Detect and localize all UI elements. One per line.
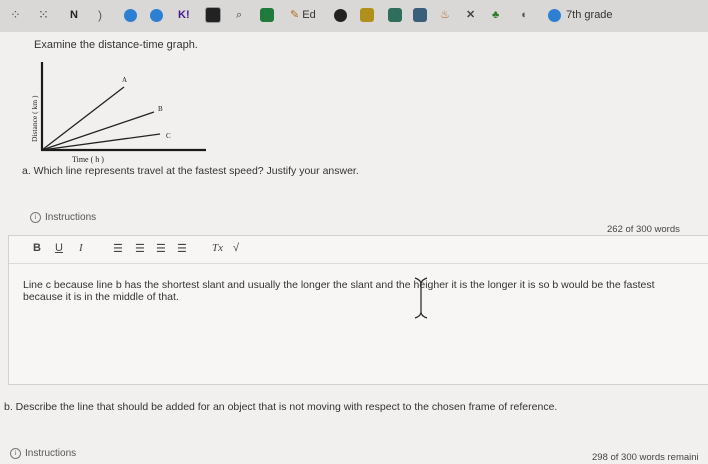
ed-icon: ✎ bbox=[290, 9, 300, 21]
line-a-label: A bbox=[122, 76, 127, 84]
search-icon: ⌕ bbox=[236, 9, 243, 21]
bookmark-17[interactable]: ✕ bbox=[466, 7, 475, 23]
app-icon: ✕ bbox=[466, 9, 476, 21]
math-button[interactable]: √ bbox=[233, 242, 239, 254]
app-icon: ◖ bbox=[520, 9, 527, 21]
circle-icon bbox=[548, 8, 561, 22]
line-b bbox=[41, 111, 155, 151]
text-cursor-icon bbox=[414, 277, 428, 319]
page-content: Examine the distance-time graph. A B C T… bbox=[0, 32, 708, 464]
question-b: b. Describe the line that should be adde… bbox=[4, 401, 558, 413]
bookmark-12[interactable] bbox=[334, 7, 347, 23]
instructions-toggle-b[interactable]: i Instructions bbox=[10, 448, 76, 459]
bookmark-18[interactable]: ♣ bbox=[492, 7, 499, 23]
bookmark-11[interactable]: ✎ Ed bbox=[290, 7, 316, 23]
bookmark-14[interactable] bbox=[388, 7, 402, 23]
question-a: a. Which line represents travel at the f… bbox=[22, 165, 359, 177]
circle-icon bbox=[124, 8, 137, 22]
app-icon: ♨ bbox=[440, 9, 450, 21]
app-icon bbox=[205, 7, 221, 24]
instructions-toggle[interactable]: i Instructions bbox=[30, 212, 96, 223]
align-right-icon: ☰ bbox=[156, 243, 166, 255]
info-icon: i bbox=[10, 448, 21, 459]
app-icon bbox=[388, 8, 402, 23]
dots-grid-icon: ⁙ bbox=[38, 7, 49, 22]
bookmark-7[interactable]: K! bbox=[178, 7, 190, 23]
answer-text[interactable]: Line c because line b has the shortest s… bbox=[23, 279, 695, 303]
bookmark-4[interactable]: ) bbox=[98, 7, 102, 23]
answer-editor[interactable]: B U I ☰ ☰ ☰ ☰ Tx √ Line c because line b… bbox=[8, 235, 708, 385]
app-icon bbox=[260, 8, 274, 23]
bookmark-9[interactable]: ⌕ bbox=[236, 7, 242, 23]
italic-button[interactable]: I bbox=[79, 242, 83, 254]
bookmark-1[interactable]: ⁘ bbox=[10, 7, 21, 23]
bookmark-label: 7th grade bbox=[566, 9, 613, 21]
bookmark-13[interactable] bbox=[360, 7, 374, 23]
dots-icon: ⁘ bbox=[10, 7, 21, 22]
instructions-label: Instructions bbox=[25, 448, 77, 460]
word-count-b: 298 of 300 words remaini bbox=[592, 452, 699, 463]
n-logo-icon: N bbox=[70, 9, 78, 21]
bookmark-16[interactable]: ♨ bbox=[440, 7, 450, 23]
search-bookmark-icon bbox=[150, 8, 163, 22]
globe-icon bbox=[334, 8, 347, 22]
editor-toolbar: B U I ☰ ☰ ☰ ☰ Tx √ bbox=[9, 236, 708, 264]
bookmark-3[interactable]: N bbox=[70, 7, 78, 23]
justify-icon: ☰ bbox=[177, 243, 187, 255]
clear-format-button[interactable]: Tx bbox=[212, 242, 223, 254]
app-icon bbox=[360, 8, 374, 23]
app-icon: ♣ bbox=[492, 9, 500, 21]
bookmark-20[interactable]: 7th grade bbox=[548, 7, 613, 23]
x-axis-label: Time ( h ) bbox=[72, 155, 104, 164]
bookmark-8[interactable] bbox=[205, 7, 221, 24]
arrow-icon: ) bbox=[98, 8, 102, 22]
info-icon: i bbox=[30, 212, 41, 223]
app-icon bbox=[413, 8, 427, 23]
bookmark-6[interactable] bbox=[150, 7, 163, 23]
bookmark-19[interactable]: ◖ bbox=[520, 7, 527, 23]
underline-button[interactable]: U bbox=[55, 242, 63, 254]
bold-button[interactable]: B bbox=[33, 242, 41, 254]
distance-time-graph: A B C Time ( h ) Distance ( km ) bbox=[30, 62, 206, 164]
bookmarks-bar: ⁘ ⁙ N ) K! ⌕ ✎ Ed ♨ ✕ ♣ ◖ 7th grade bbox=[0, 0, 708, 33]
bookmark-2[interactable]: ⁙ bbox=[38, 7, 49, 23]
bookmark-label: Ed bbox=[302, 9, 316, 21]
bookmark-5[interactable] bbox=[124, 7, 137, 23]
instructions-label: Instructions bbox=[45, 212, 97, 224]
line-c-label: C bbox=[166, 132, 171, 140]
align-left-button[interactable]: ☰ bbox=[113, 242, 123, 255]
align-center-button[interactable]: ☰ bbox=[135, 242, 145, 255]
justify-button[interactable]: ☰ bbox=[177, 242, 187, 255]
align-left-icon: ☰ bbox=[113, 243, 123, 255]
align-right-button[interactable]: ☰ bbox=[156, 242, 166, 255]
line-b-label: B bbox=[158, 105, 163, 113]
bookmark-10[interactable] bbox=[260, 7, 274, 23]
kahoot-icon: K! bbox=[178, 9, 190, 21]
bookmark-15[interactable] bbox=[413, 7, 427, 23]
y-axis-label: Distance ( km ) bbox=[30, 95, 39, 142]
align-center-icon: ☰ bbox=[135, 243, 145, 255]
